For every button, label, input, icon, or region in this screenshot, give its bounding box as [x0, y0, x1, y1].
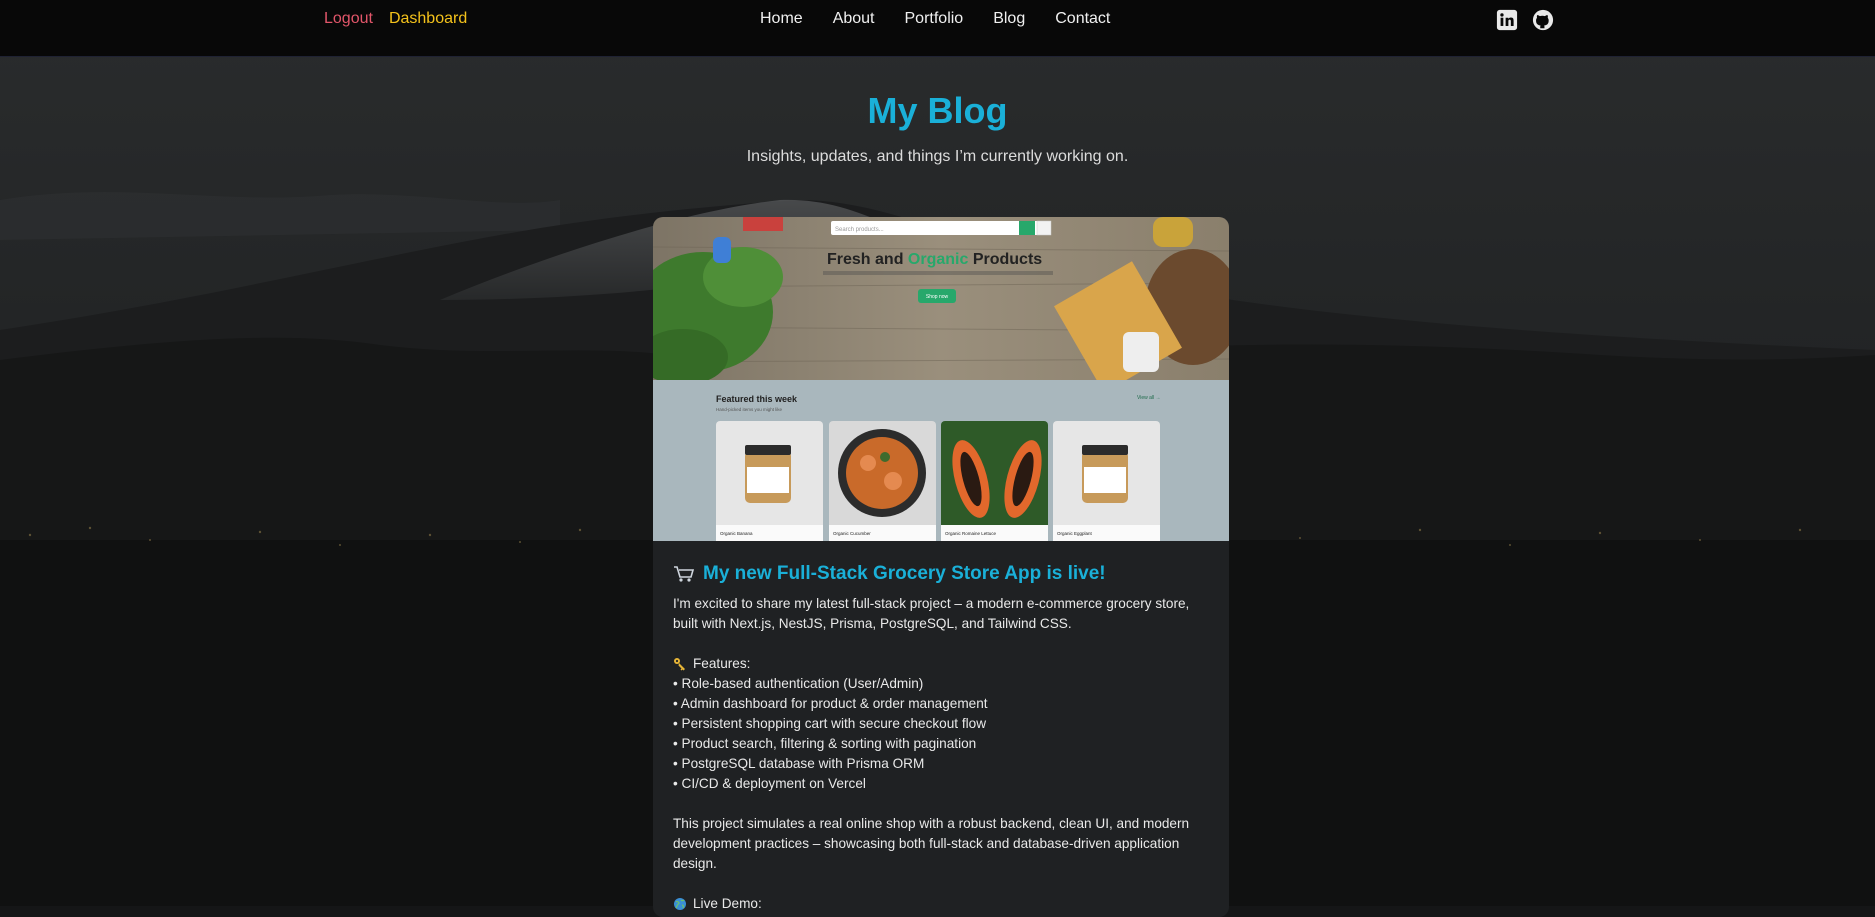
shopping-cart-icon	[674, 566, 695, 582]
mock-shop-button: Shop now	[926, 294, 949, 300]
mock-search-placeholder: Search products...	[835, 227, 884, 233]
globe-icon	[674, 898, 686, 910]
nav-home[interactable]: Home	[760, 10, 803, 28]
post-body: I'm excited to share my latest full-stac…	[673, 594, 1213, 914]
auth-links: Logout Dashboard	[324, 10, 467, 28]
dashboard-link[interactable]: Dashboard	[389, 10, 467, 28]
blog-post-card[interactable]: Search products... Fresh and Organic Pro…	[653, 217, 1229, 917]
svg-text:Organic Romaine Lettuce: Organic Romaine Lettuce	[945, 531, 997, 536]
page-title: My Blog	[867, 90, 1008, 131]
linkedin-icon[interactable]	[1496, 9, 1518, 31]
social-links	[1496, 9, 1554, 31]
svg-text:Organic Eggplant: Organic Eggplant	[1057, 531, 1093, 536]
live-demo-row: Live Demo:	[673, 894, 1213, 914]
live-demo-label: Live Demo:	[693, 896, 762, 911]
feature-item: • Product search, filtering & sorting wi…	[673, 736, 977, 751]
mock-product-card-3: Organic Romaine Lettuce	[941, 421, 1048, 541]
post-title-row[interactable]: My new Full-Stack Grocery Store App is l…	[673, 563, 1106, 585]
mock-featured-sub: Hand-picked items you might like	[716, 407, 783, 412]
mock-product-card-2: Organic Cucumber	[829, 421, 936, 541]
top-navigation-bar: Logout Dashboard Home About Portfolio Bl…	[0, 0, 1875, 57]
mock-view-all: View all →	[1137, 395, 1161, 401]
mock-product-card-4: Organic Eggplant	[1053, 421, 1160, 541]
svg-text:Organic Cucumber: Organic Cucumber	[833, 531, 871, 536]
github-icon[interactable]	[1532, 9, 1554, 31]
features-heading: Features:	[673, 654, 1213, 674]
logout-link[interactable]: Logout	[324, 10, 373, 28]
nav-contact[interactable]: Contact	[1055, 10, 1110, 28]
nav-about[interactable]: About	[833, 10, 875, 28]
post-summary: This project simulates a real online sho…	[673, 816, 1190, 871]
feature-item: • PostgreSQL database with Prisma ORM	[673, 756, 925, 771]
feature-item: • Role-based authentication (User/Admin)	[673, 676, 924, 691]
post-intro: I'm excited to share my latest full-stac…	[673, 596, 1190, 631]
feature-item: • CI/CD & deployment on Vercel	[673, 776, 866, 791]
feature-item: • Admin dashboard for product & order ma…	[673, 696, 988, 711]
mock-featured-title: Featured this week	[716, 394, 798, 404]
page-subtitle: Insights, updates, and things I’m curren…	[746, 148, 1129, 165]
nav-blog[interactable]: Blog	[993, 10, 1025, 28]
mock-product-card-1: Organic Banana	[716, 421, 823, 541]
post-cover-image: Search products... Fresh and Organic Pro…	[653, 217, 1229, 541]
main-nav: Home About Portfolio Blog Contact	[760, 10, 1110, 28]
svg-text:Organic Banana: Organic Banana	[720, 531, 753, 536]
nav-portfolio[interactable]: Portfolio	[905, 10, 964, 28]
post-title[interactable]: My new Full-Stack Grocery Store App is l…	[703, 563, 1106, 585]
key-icon	[674, 658, 685, 671]
mock-hero-title: Fresh and Organic Products	[827, 251, 1042, 268]
feature-item: • Persistent shopping cart with secure c…	[673, 716, 987, 731]
